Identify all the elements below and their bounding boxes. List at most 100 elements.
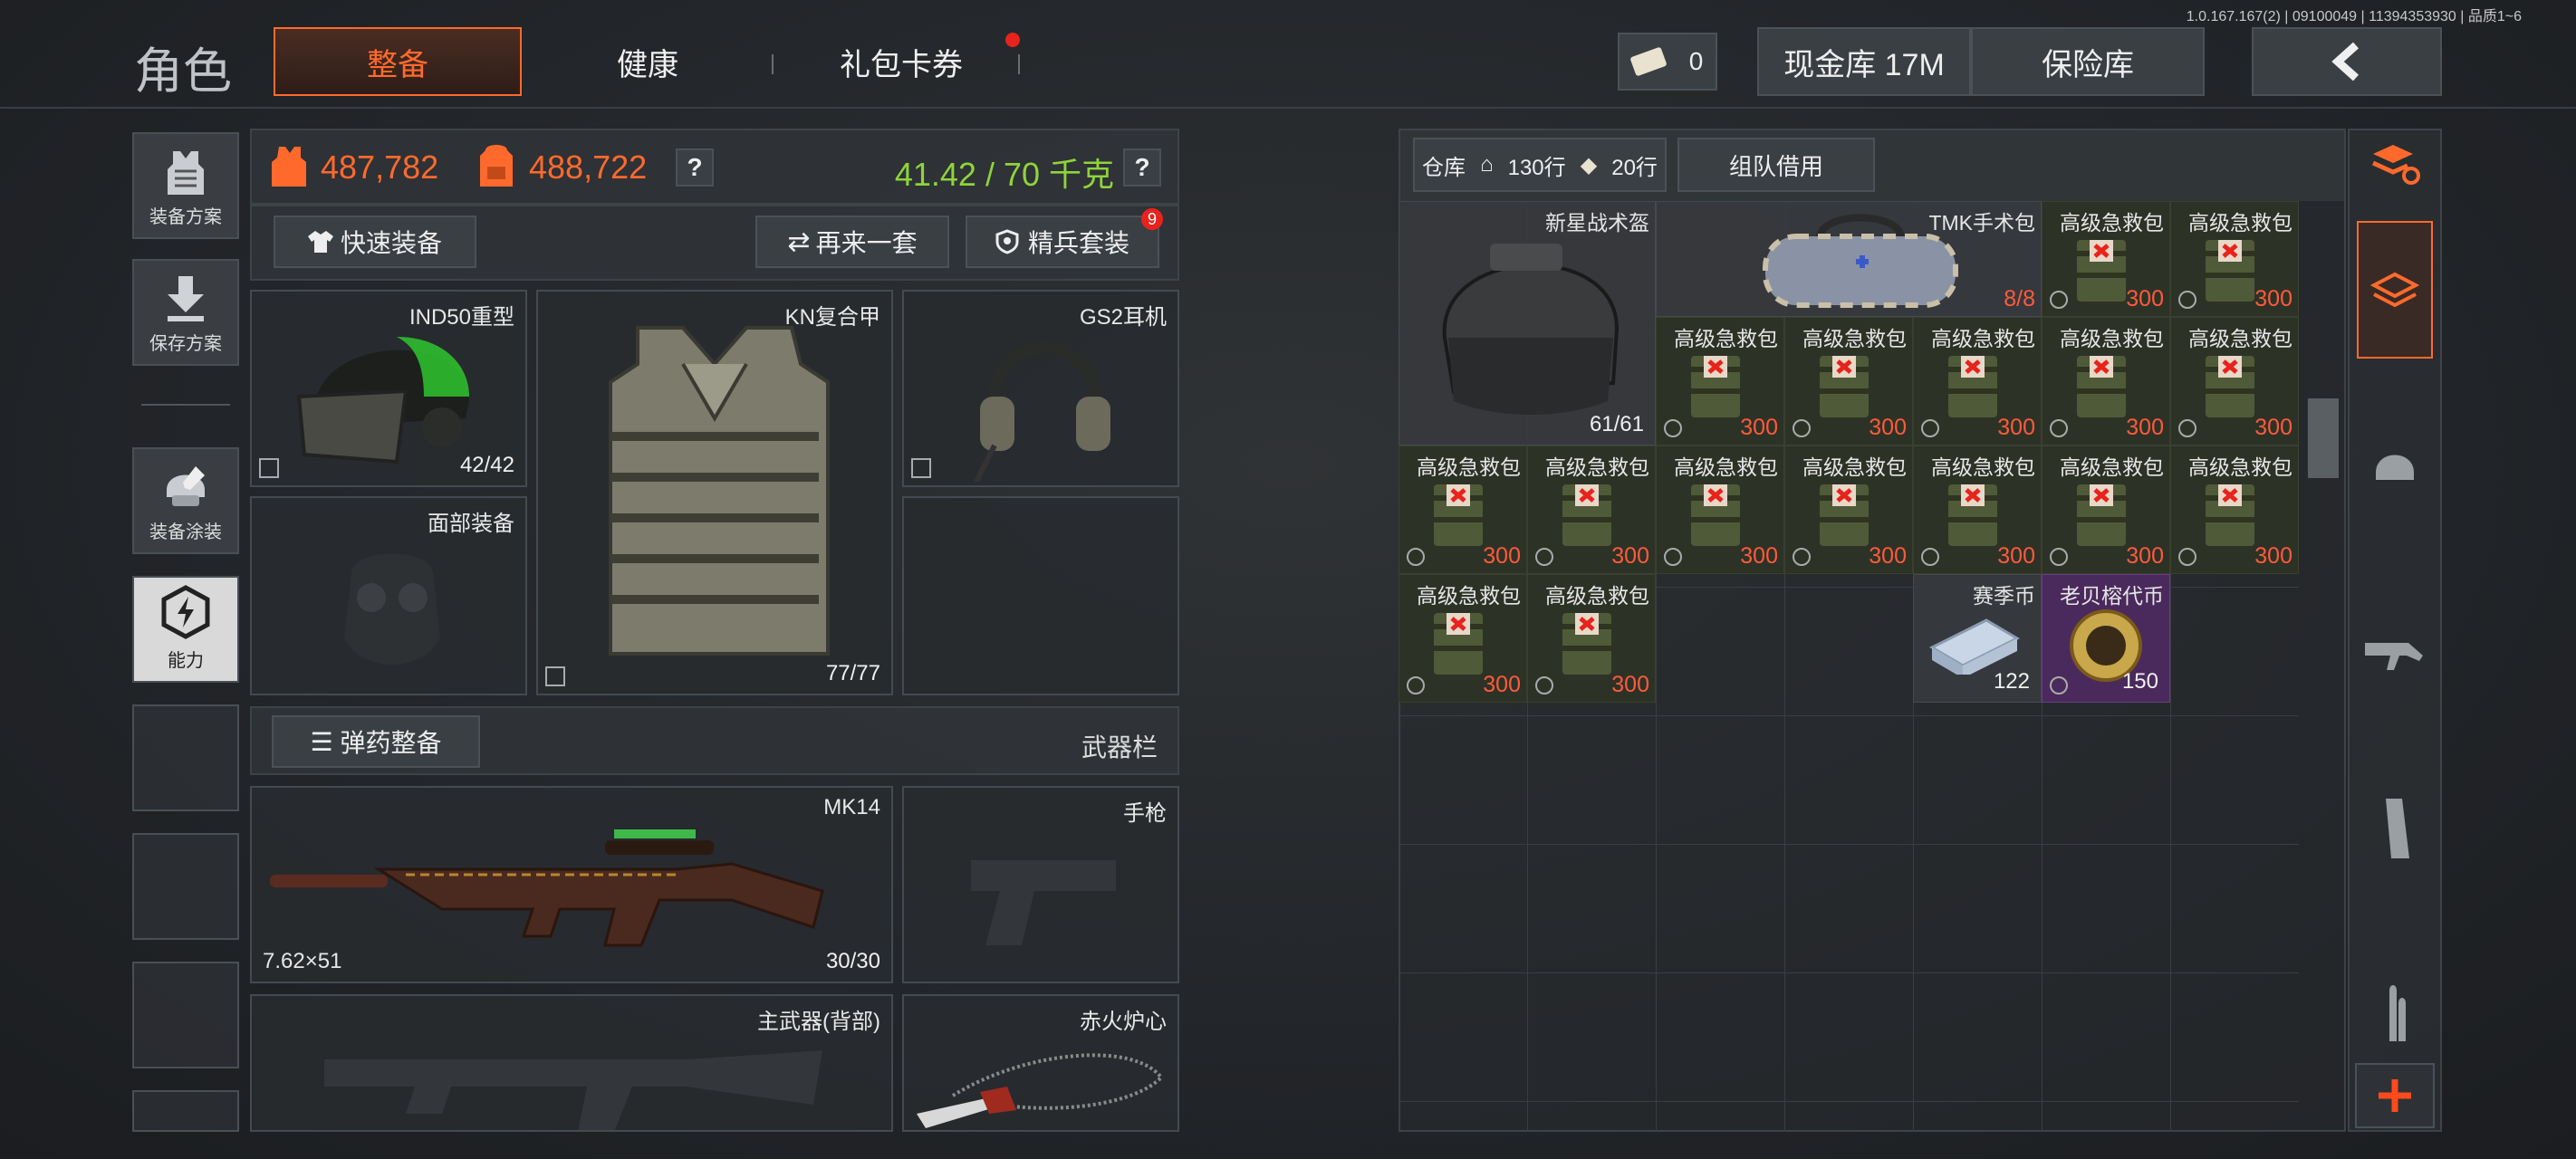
ammo-equip-label: 弹药整备: [340, 729, 442, 757]
stash-item-medkit[interactable]: 高级急救包 300: [1399, 445, 1527, 574]
header-divider: [0, 107, 2576, 109]
stash-item-name: 高级急救包: [2188, 211, 2292, 235]
stash-item-medkit[interactable]: 高级急救包 300: [1399, 574, 1527, 703]
stash-item-helmet[interactable]: 新星战术盔 61/61: [1399, 201, 1656, 445]
stash-item-count: 8/8: [2004, 286, 2035, 311]
stash-item-medkit[interactable]: 高级急救包 300: [2170, 445, 2299, 574]
medkit-image: [2077, 240, 2126, 302]
stash-item-name: 高级急救包: [1674, 455, 1778, 479]
sidebar-slot-empty: [132, 1090, 239, 1132]
stash-item-medkit[interactable]: 高级急救包 300: [1527, 574, 1656, 703]
sidebar-item-skin[interactable]: 装备涂装: [132, 447, 239, 554]
tab-ammo[interactable]: [2357, 963, 2433, 1063]
medkit-image: [1691, 356, 1740, 417]
elite-set-label: 精兵套装: [1027, 229, 1129, 257]
surgery-bag-image: [1763, 214, 1958, 308]
again-button[interactable]: ⇄ 再来一套: [755, 216, 949, 268]
layers-icon: [2370, 272, 2419, 308]
stash-item-token[interactable]: 老贝榕代币 150: [2042, 574, 2170, 703]
stash-item-medkit[interactable]: 高级急救包 300: [2042, 201, 2170, 317]
stash-item-medkit[interactable]: 高级急救包 300: [1656, 317, 1784, 445]
stash-item-medkit[interactable]: 高级急救包 300: [2170, 317, 2299, 445]
stash-item-medkit[interactable]: 高级急救包 300: [1527, 445, 1656, 574]
medkit-tag-icon: [2178, 291, 2196, 309]
helmet-slot[interactable]: IND50重型 42/42: [250, 290, 527, 487]
back-button[interactable]: [2252, 27, 2442, 96]
medkit-tag-icon: [1793, 419, 1811, 437]
face-slot[interactable]: 面部装备: [250, 496, 527, 695]
stash-item-medkit[interactable]: 高级急救包 300: [1784, 317, 1913, 445]
back-weapon-slot[interactable]: 主武器(背部): [250, 994, 893, 1132]
stash-item-medkit[interactable]: 高级急救包 300: [1784, 445, 1913, 574]
medkit-tag-icon: [2050, 291, 2068, 309]
safe-vault-button[interactable]: 保险库: [1971, 27, 2205, 96]
stash-item-name: 高级急救包: [1417, 584, 1521, 608]
weight-help-button[interactable]: ?: [1123, 148, 1161, 187]
stash-item-medkit[interactable]: 高级急救包 300: [1656, 445, 1784, 574]
tab-equip[interactable]: 整备: [274, 27, 522, 96]
back-weapon-slot-name: 主武器(背部): [757, 1010, 880, 1034]
medkit-image: [2077, 484, 2126, 546]
stash-item-medkit[interactable]: 高级急救包 300: [2170, 201, 2299, 317]
stash-item-medkit[interactable]: 高级急救包 300: [1913, 317, 2042, 445]
stash-label: 仓库: [1422, 155, 1466, 180]
notification-dot: [1005, 33, 1020, 47]
armor-slot[interactable]: KN复合甲 77/77: [536, 290, 893, 695]
stash-item-medkit[interactable]: 高级急救包 300: [1913, 445, 2042, 574]
ticket-counter[interactable]: 0: [1618, 33, 1717, 91]
stash-item-season-coin[interactable]: 赛季币 122: [1913, 574, 2042, 703]
sidebar-item-loadout[interactable]: 装备方案: [132, 132, 239, 239]
medkit-tag-icon: [1407, 676, 1425, 694]
chevron-left-icon: [2331, 42, 2360, 81]
medkit-tag-icon: [1921, 419, 1939, 437]
stash-item-name: 高级急救包: [2060, 211, 2164, 235]
weight-value: 41.42 / 70 千克: [894, 156, 1114, 193]
stash-item-name: 高级急救包: [1545, 584, 1649, 608]
stash-item-name: 高级急救包: [1802, 327, 1907, 350]
stash-item-surgery-bag[interactable]: TMK手术包 8/8: [1656, 201, 2042, 317]
sidebar-item-ability[interactable]: 能力: [132, 576, 239, 683]
medkit-tag-icon: [2050, 419, 2068, 437]
extra-gear-slot[interactable]: [902, 496, 1179, 695]
medkit-image: [1948, 484, 1997, 546]
sidebar-divider: [141, 404, 230, 406]
tab-magazines[interactable]: [2357, 779, 2433, 878]
download-icon: [168, 276, 204, 321]
value-help-button[interactable]: ?: [676, 148, 714, 187]
stash-item-name: 高级急救包: [2188, 327, 2292, 350]
elite-set-button[interactable]: 精兵套装: [966, 216, 1159, 268]
tab-health-label: 健康: [617, 47, 678, 82]
quick-equip-button[interactable]: 快速装备: [274, 216, 476, 268]
stash-item-medkit[interactable]: 高级急救包 300: [2042, 445, 2170, 574]
tab-all[interactable]: [2357, 221, 2433, 359]
sidebar-item-label: 装备方案: [149, 207, 222, 227]
headset-slot[interactable]: GS2耳机: [902, 290, 1179, 487]
armor-durability: 77/77: [825, 661, 880, 685]
team-borrow-button[interactable]: 组队借用: [1677, 138, 1875, 192]
stash-item-name: 高级急救包: [2060, 327, 2164, 350]
tab-gifts[interactable]: 礼包卡券: [806, 27, 996, 96]
pistol-slot[interactable]: 手枪: [902, 786, 1179, 983]
sidebar-item-save[interactable]: 保存方案: [132, 259, 239, 366]
stash-item-name: 高级急救包: [2060, 455, 2164, 479]
stash-info[interactable]: 仓库 ⌂ 130行 ◆ 20行: [1413, 138, 1667, 192]
primary-weapon-slot[interactable]: MK14 7.62×51 30/30: [250, 786, 893, 983]
sidebar-slot-empty: [132, 962, 239, 1068]
stash-item-medkit[interactable]: 高级急救包 300: [2042, 317, 2170, 445]
melee-slot[interactable]: 赤火炉心: [902, 994, 1179, 1132]
medkit-tag-icon: [2050, 548, 2068, 566]
tab-sort[interactable]: [2357, 114, 2433, 214]
medkit-image: [2206, 240, 2254, 302]
tab-divider: [1018, 54, 1020, 74]
cash-vault-button[interactable]: 现金库 17M: [1757, 27, 1971, 96]
stash-item-name: 高级急救包: [1931, 327, 2035, 350]
tab-health[interactable]: 健康: [553, 27, 743, 96]
add-button[interactable]: [2355, 1063, 2435, 1128]
tab-weapons[interactable]: [2357, 603, 2433, 703]
ticket-icon: [1629, 46, 1668, 77]
gear-tag-icon: [545, 666, 565, 686]
stash-scrollbar[interactable]: [2308, 398, 2339, 478]
ammo-equip-button[interactable]: ☰ 弹药整备: [272, 715, 480, 768]
tab-gear[interactable]: [2357, 417, 2433, 516]
medkit-tag-icon: [1793, 548, 1811, 566]
